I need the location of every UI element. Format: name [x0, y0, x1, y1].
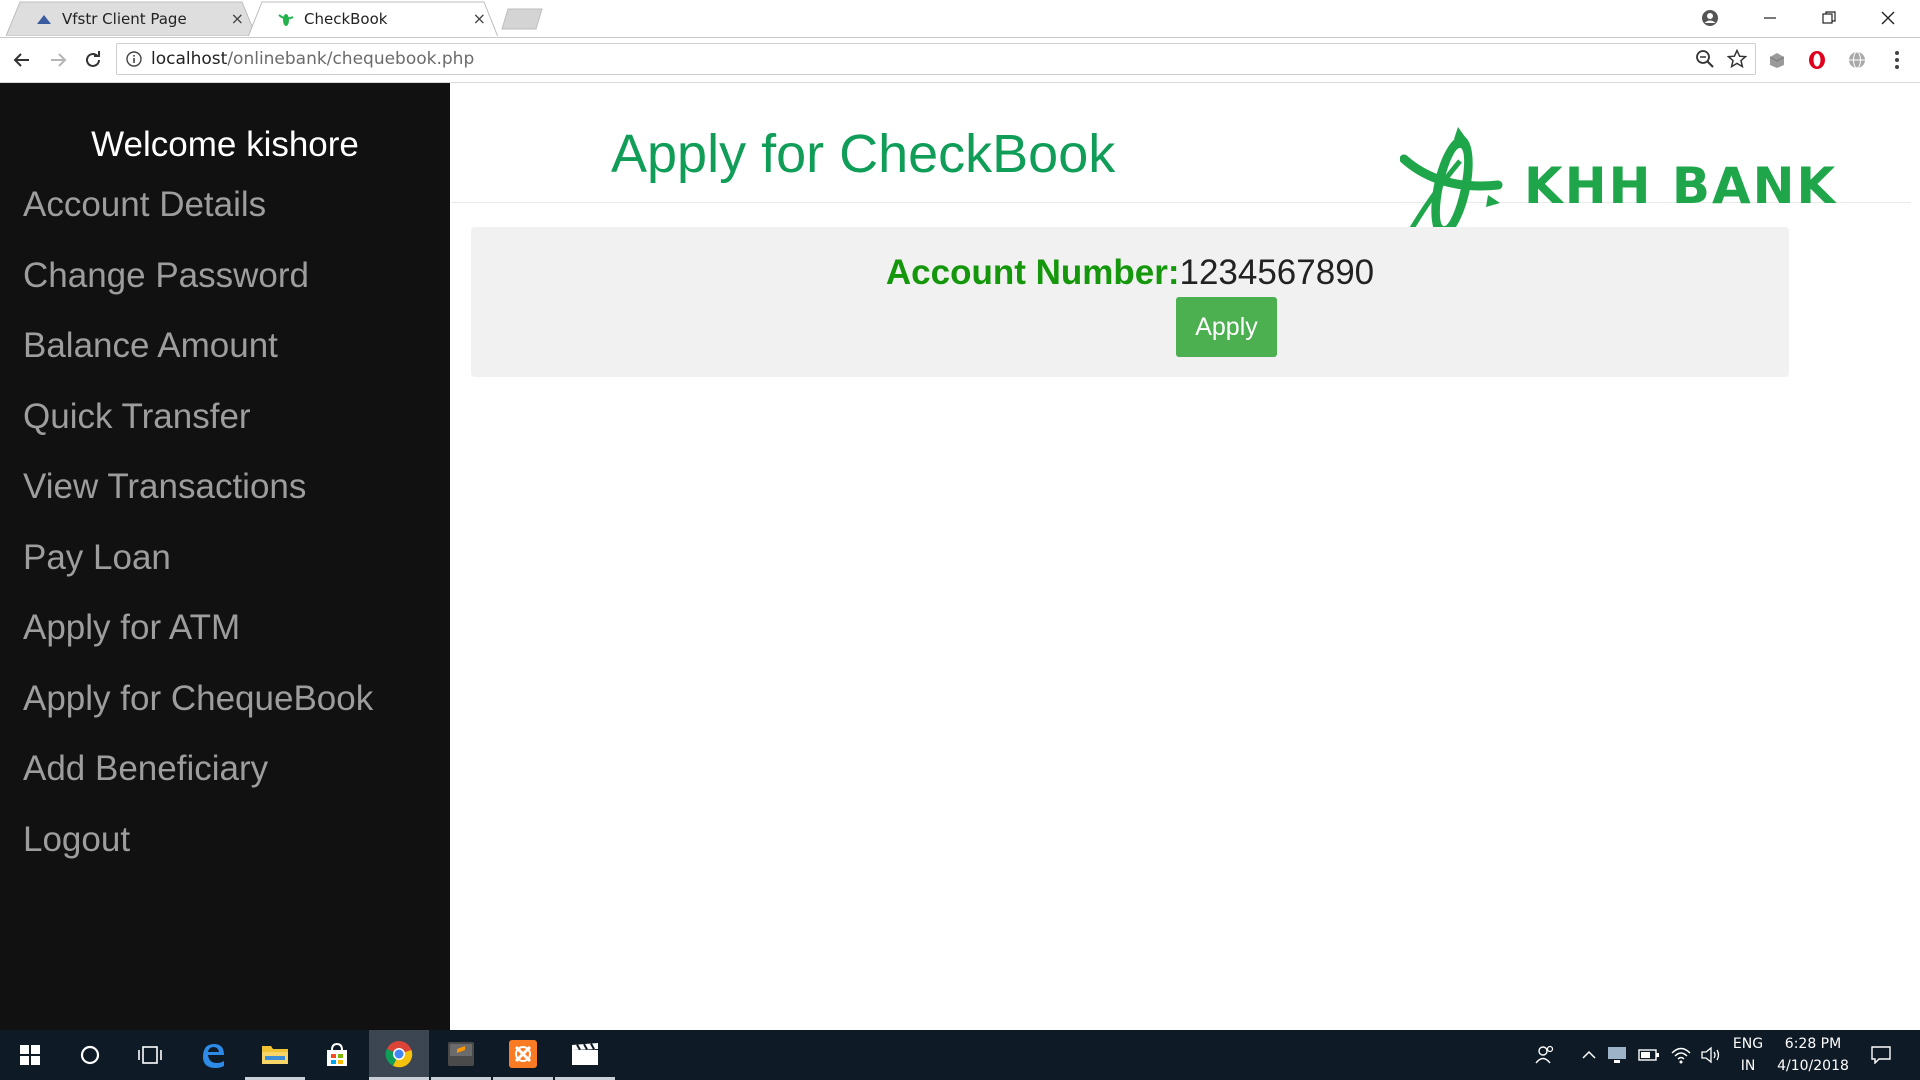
new-tab-button[interactable] — [500, 8, 544, 30]
sidebar-item-change-password[interactable]: Change Password — [23, 254, 373, 325]
action-center-icon[interactable] — [1866, 1030, 1896, 1080]
sidebar-menu: Account Details Change Password Balance … — [23, 183, 373, 888]
sidebar-item-view-transactions[interactable]: View Transactions — [23, 465, 373, 536]
clock-time: 6:28 PM — [1784, 1036, 1842, 1052]
language-indicator[interactable]: ENG IN — [1728, 1033, 1768, 1077]
sidebar-item-account-details[interactable]: Account Details — [23, 183, 373, 254]
checkbook-form-card: Account Number:1234567890 Apply — [471, 227, 1789, 377]
close-window-icon[interactable] — [1859, 0, 1917, 35]
address-bar[interactable]: localhost/onlinebank/chequebook.php — [116, 43, 1756, 75]
page-title: Apply for CheckBook — [611, 124, 1116, 184]
file-explorer-icon[interactable] — [245, 1030, 305, 1080]
forward-icon[interactable] — [44, 46, 72, 74]
main-content: Apply for CheckBook KHH BANK Account Num… — [451, 83, 1920, 1030]
chrome-icon[interactable] — [369, 1030, 429, 1080]
chrome-menu-icon[interactable] — [1883, 46, 1911, 74]
url-text: localhost/onlinebank/chequebook.php — [151, 49, 474, 69]
url-host: localhost — [151, 49, 228, 69]
windows-taskbar: ENG IN 6:28 PM 4/10/2018 — [0, 1030, 1920, 1080]
clock[interactable]: 6:28 PM 4/10/2018 — [1772, 1033, 1854, 1077]
browser-toolbar: localhost/onlinebank/chequebook.php — [0, 38, 1920, 83]
site-info-icon[interactable] — [117, 51, 151, 67]
khh-bank-favicon-icon — [278, 11, 294, 27]
windows-start-icon[interactable] — [0, 1030, 60, 1080]
sublime-text-icon[interactable] — [431, 1030, 491, 1080]
account-number-row: Account Number:1234567890 — [471, 253, 1789, 293]
tab-checkbook[interactable]: CheckBook × — [248, 1, 498, 36]
bookmark-star-icon[interactable] — [1726, 48, 1748, 74]
language-code: ENG — [1732, 1036, 1764, 1052]
edge-browser-icon[interactable] — [183, 1030, 243, 1080]
wifi-icon[interactable] — [1668, 1030, 1694, 1080]
back-icon[interactable] — [8, 46, 36, 74]
omnibox-actions — [1695, 48, 1748, 74]
language-region: IN — [1740, 1058, 1756, 1074]
sidebar-item-apply-for-atm[interactable]: Apply for ATM — [23, 606, 373, 677]
browser-tabstrip: Vfstr Client Page × CheckBook × — [0, 0, 1920, 38]
battery-icon[interactable] — [1636, 1030, 1662, 1080]
tab-close-icon[interactable]: × — [231, 9, 244, 28]
url-path: /onlinebank/chequebook.php — [227, 49, 475, 69]
store-icon[interactable] — [307, 1030, 367, 1080]
clock-date: 4/10/2018 — [1777, 1058, 1849, 1074]
display-icon[interactable] — [1605, 1030, 1629, 1080]
sidebar-item-pay-loan[interactable]: Pay Loan — [23, 536, 373, 607]
profile-icon[interactable] — [1681, 0, 1739, 35]
xampp-icon[interactable] — [493, 1030, 553, 1080]
cortana-search-icon[interactable] — [60, 1030, 120, 1080]
extension-puzzle-icon[interactable] — [1763, 46, 1791, 74]
globe-extension-icon[interactable] — [1843, 46, 1871, 74]
account-number-value: 1234567890 — [1179, 253, 1375, 292]
account-number-label: Account Number: — [885, 253, 1180, 292]
sidebar-item-apply-for-chequebook[interactable]: Apply for ChequeBook — [23, 677, 373, 748]
reload-icon[interactable] — [79, 46, 107, 74]
apply-button[interactable]: Apply — [1176, 297, 1277, 357]
volume-icon[interactable] — [1698, 1030, 1724, 1080]
minimize-icon[interactable] — [1741, 0, 1799, 35]
people-icon[interactable] — [1530, 1030, 1560, 1080]
sidebar-item-logout[interactable]: Logout — [23, 818, 373, 889]
sidebar-item-add-beneficiary[interactable]: Add Beneficiary — [23, 747, 373, 818]
vfstr-favicon-icon — [36, 11, 52, 27]
sidebar: Welcome kishore Account Details Change P… — [0, 83, 450, 1030]
task-view-icon[interactable] — [120, 1030, 180, 1080]
opera-extension-icon[interactable] — [1803, 46, 1831, 74]
sidebar-item-balance-amount[interactable]: Balance Amount — [23, 324, 373, 395]
tab-close-icon[interactable]: × — [473, 9, 486, 28]
tab-title: Vfstr Client Page — [62, 9, 187, 28]
logo-text: KHH BANK — [1524, 157, 1837, 215]
tab-vfstr-client-page[interactable]: Vfstr Client Page × — [6, 1, 256, 36]
welcome-text: Welcome kishore — [91, 125, 359, 164]
zoom-icon[interactable] — [1695, 49, 1715, 74]
restore-icon[interactable] — [1800, 0, 1858, 35]
show-hidden-icons-chevron-up-icon[interactable] — [1578, 1030, 1600, 1080]
sidebar-item-quick-transfer[interactable]: Quick Transfer — [23, 395, 373, 466]
video-editor-icon[interactable] — [555, 1030, 615, 1080]
tab-title: CheckBook — [304, 9, 388, 28]
